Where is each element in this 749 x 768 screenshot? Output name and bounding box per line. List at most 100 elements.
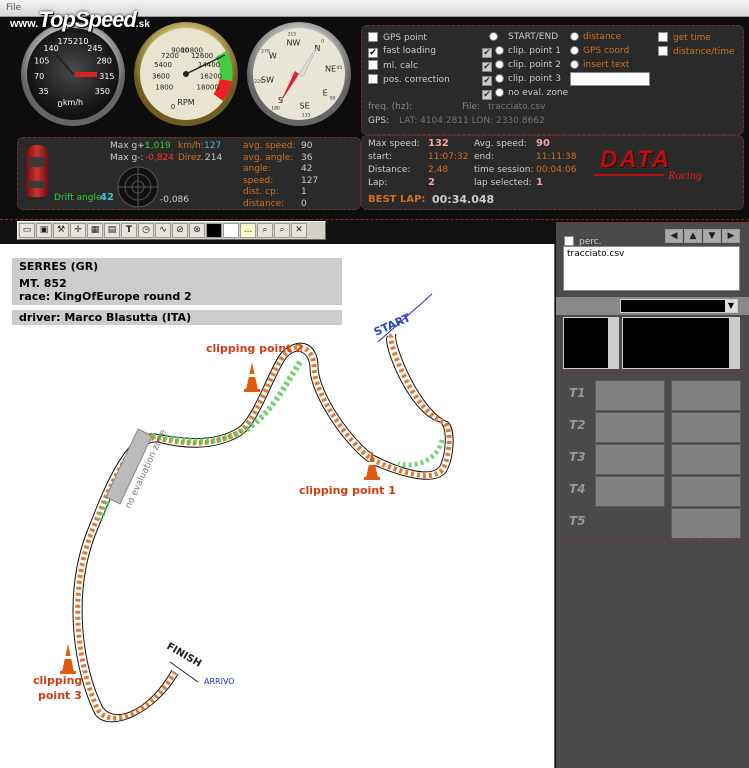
file-list[interactable]: tracciato.csv (563, 246, 740, 291)
sector-cell (671, 380, 741, 411)
arrow-right-icon[interactable]: ▶ (722, 229, 740, 243)
kmh-label: km/h: (178, 141, 204, 151)
stat-label: speed: (243, 175, 274, 186)
sector-cell (671, 476, 741, 507)
separator-line (0, 219, 749, 220)
arrow-down-icon[interactable]: ▼ (703, 229, 721, 243)
stat-value: 1 (301, 187, 307, 197)
map-toolbar: ▭ ▣ ⚒ ✛ ▦ ▤ T ◷ ∿ ⊘ ⊗... ⌕ ⌕ ✕ (17, 221, 326, 240)
nav-arrows: ◀ ▲ ▼ ▶ (665, 229, 740, 243)
zoom-in-icon[interactable]: ⌕ (257, 223, 273, 238)
list-box-right[interactable] (622, 317, 740, 369)
max-g-minus-label: Max g-: (110, 153, 144, 163)
lap-selected-label: lap selected: (474, 178, 532, 188)
speedometer-gauge: 35 70 105 140175 210245 280 315 350 0 km/h (21, 22, 125, 126)
radio-gps-coord[interactable]: GPS coord (570, 46, 629, 56)
open-icon[interactable]: ▭ (19, 223, 35, 238)
stat-label: distance: (243, 198, 285, 209)
print-icon[interactable]: ▤ (104, 223, 120, 238)
side-divider-top (556, 222, 749, 223)
chart-icon[interactable]: ∿ (155, 223, 171, 238)
lap-value: 2 (428, 177, 435, 188)
options-panel: GPS point ✔ fast loading ml. calc pos. co… (361, 25, 744, 135)
sector-label: T2 (569, 418, 586, 432)
gauge-tick-label: 12600 (191, 52, 213, 60)
track-svg: no evaluation zone START FINISH ARRIVO c… (33, 293, 454, 723)
chevron-down-icon[interactable]: ▼ (725, 300, 737, 312)
max-g-minus-value: -0,824 (145, 153, 175, 163)
text-icon[interactable]: T (121, 223, 137, 238)
clip-point-2-option[interactable]: ✔ clip. point 2 (482, 60, 561, 72)
data-racing-logo: DATA Racing (594, 144, 734, 188)
scrollbar-left[interactable] (608, 318, 618, 368)
file-value: tracciato.csv (488, 102, 546, 112)
stat-value: 0 (301, 198, 307, 209)
stat-value: 127 (301, 175, 319, 186)
save-icon[interactable]: ▣ (36, 223, 52, 238)
gps-label: GPS: (368, 116, 390, 126)
gauge-tick-label: 5400 (154, 61, 172, 69)
end-time-value: 11:11:38 (536, 152, 577, 162)
list-box-left[interactable] (563, 317, 619, 369)
checkbox-fast-loading[interactable]: ✔ fast loading (368, 46, 436, 58)
cone-icon-clip1 (364, 450, 380, 480)
arrow-up-icon[interactable]: ▲ (684, 229, 702, 243)
stat-label: avg. speed: (243, 141, 296, 151)
arrow-left-icon[interactable]: ◀ (665, 229, 683, 243)
scrollbar-right[interactable] (729, 318, 739, 368)
watermark-logo: www.TopSpeed.sk (10, 7, 150, 32)
close-icon[interactable]: ✕ (291, 223, 307, 238)
kmh-value: 127 (204, 141, 222, 151)
speed-unit-label: km/h (63, 98, 83, 107)
off-icon[interactable]: ⊘ (172, 223, 188, 238)
black-swatch[interactable] (206, 223, 222, 238)
file-list-item[interactable]: tracciato.csv (567, 249, 736, 259)
lap-selected-value: 1 (536, 177, 543, 188)
sector-label: T5 (569, 514, 586, 528)
gauge-tick-label: 210 (73, 37, 88, 46)
sector-cell (595, 476, 665, 507)
rpm-zero-label: 0 (171, 103, 175, 111)
direz-value: 214 (205, 153, 223, 163)
radio-start-end[interactable]: START/END (489, 32, 558, 42)
clock-icon[interactable]: ◷ (138, 223, 154, 238)
sector-cell (671, 412, 741, 443)
max-speed-value: 132 (428, 138, 449, 149)
distance-value: 2,48 (428, 165, 449, 175)
lap-icon[interactable]: ⊗ (189, 223, 205, 238)
white-swatch[interactable] (223, 223, 239, 238)
clip-point-3-label-1: clipping (33, 674, 82, 687)
insert-text-input[interactable] (570, 72, 650, 86)
radio-distance[interactable]: distance (570, 32, 621, 42)
sector-cell (671, 508, 741, 539)
clip-point-3-option[interactable]: ✔ clip. point 3 (482, 74, 561, 86)
side-divider-bottom (556, 538, 749, 539)
compass-degree: 135 (302, 112, 311, 118)
g-force-value: -0,086 (160, 195, 190, 205)
direz-label: Direz.: (178, 153, 208, 163)
lap-panel: Max speed: 132 Avg. speed: 90 start: 11:… (361, 135, 744, 210)
clip-point-3-label-2: point 3 (38, 689, 82, 702)
tools-icon[interactable]: ⚒ (53, 223, 69, 238)
checkbox-ml-calc[interactable]: ml. calc (368, 60, 418, 71)
no-eval-zone-option[interactable]: ✔ no eval. zone (482, 88, 568, 100)
checkbox-pos-correction[interactable]: pos. correction (368, 74, 450, 85)
checkbox-get-time[interactable]: get time (658, 32, 711, 43)
gauge-tick-label: 350 (95, 87, 110, 96)
crosshair-icon[interactable]: ✛ (70, 223, 86, 238)
clip-point-1-option[interactable]: ✔ clip. point 1 (482, 46, 561, 58)
zoom-out-icon[interactable]: ⌕ (274, 223, 290, 238)
rpm-gauge: 1800360054007200900010800126001440016200… (134, 22, 238, 126)
compass-gauge: N NE E SE S SW W NW 0 45 90 135 180 225 270 315 (247, 22, 351, 126)
checkbox-distance-time[interactable]: distance/time (658, 46, 735, 57)
sector-label: T3 (569, 450, 586, 464)
radio-insert-text[interactable]: insert text (570, 60, 629, 70)
file-label: File: (462, 102, 481, 112)
checkbox-gps-point[interactable]: GPS point (368, 32, 427, 43)
track-map-view[interactable]: SERRES (GR) MT. 852 race: KingOfEurope r… (0, 244, 555, 768)
side-divider-mid (556, 373, 749, 374)
lap-select-dropdown[interactable]: ▼ (620, 299, 738, 313)
grid-icon[interactable]: ▦ (87, 223, 103, 238)
more-icon[interactable]: ... (240, 223, 256, 238)
gauge-tick-label: 175 (58, 37, 73, 46)
